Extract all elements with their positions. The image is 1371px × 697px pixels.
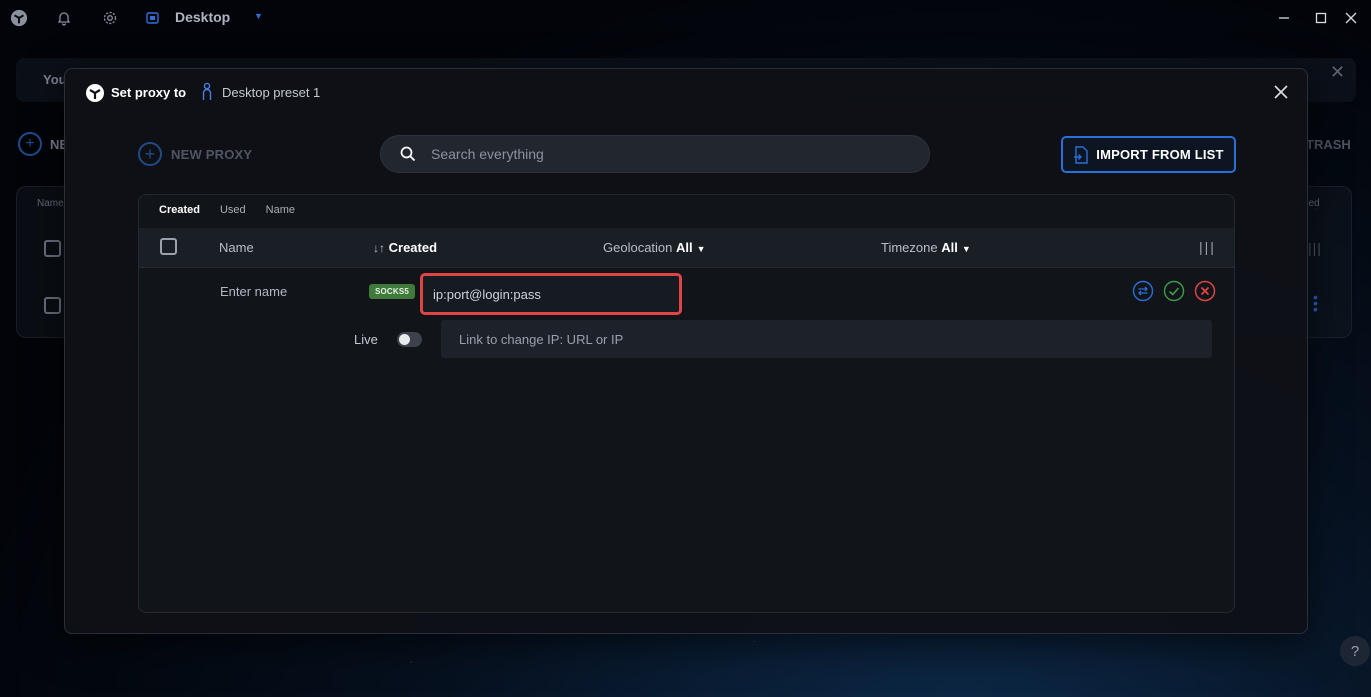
rotate-icon[interactable] [1132, 280, 1154, 302]
desktop-icon [143, 8, 163, 28]
timezone-filter-value: All [941, 240, 958, 255]
proxy-name-field[interactable]: Enter name [220, 284, 287, 299]
toggle-knob [399, 334, 410, 345]
timezone-label: Timezone [881, 240, 938, 255]
modal-title: Set proxy to [111, 85, 187, 100]
columns-icon[interactable]: ||| [1308, 240, 1322, 256]
file-import-icon [1074, 145, 1088, 164]
new-proxy-label: NEW PROXY [171, 146, 253, 162]
column-geolocation[interactable]: Geolocation All ▼ [603, 240, 706, 255]
new-proxy-button[interactable]: + NEW PROXY [138, 142, 252, 166]
sort-tabs: Created Used Name [159, 204, 295, 216]
columns-icon[interactable]: ||| [1199, 239, 1216, 255]
title-bar: Desktop ▼ [0, 0, 1371, 36]
close-icon[interactable] [1194, 280, 1216, 302]
live-label: Live [354, 332, 378, 347]
more-vertical-icon[interactable]: • • • [1313, 290, 1318, 316]
tab-used[interactable]: Used [220, 204, 246, 216]
sort-arrows-icon: ↓↑ [373, 241, 385, 255]
search-bar[interactable] [380, 135, 930, 173]
plus-icon: + [138, 142, 162, 166]
select-all-checkbox[interactable] [160, 238, 177, 255]
column-created-label: Created [388, 240, 438, 255]
background-checkbox[interactable] [44, 240, 61, 257]
app-logo-icon[interactable] [9, 8, 29, 28]
plus-icon[interactable]: + [18, 132, 42, 156]
app-logo-icon [85, 83, 105, 103]
preset-name: Desktop preset 1 [222, 85, 321, 100]
search-icon [400, 146, 416, 162]
proxy-address-input[interactable] [433, 286, 669, 302]
geolocation-label: Geolocation [603, 240, 673, 255]
gear-icon[interactable] [100, 8, 120, 28]
tab-name[interactable]: Name [266, 204, 295, 216]
window-close-button[interactable] [1341, 8, 1361, 28]
column-name[interactable]: Name [219, 240, 254, 255]
help-icon[interactable]: ? [1340, 636, 1370, 666]
check-icon[interactable] [1163, 280, 1185, 302]
background-trash-label[interactable]: TRASH [1306, 137, 1351, 152]
person-icon [200, 82, 214, 102]
change-ip-link-field[interactable] [441, 320, 1212, 358]
chevron-down-icon: ▼ [696, 244, 706, 254]
maximize-button[interactable] [1311, 8, 1331, 28]
import-label: IMPORT FROM LIST [1096, 147, 1224, 162]
bell-icon[interactable] [54, 8, 74, 28]
column-timezone[interactable]: Timezone All ▼ [881, 240, 971, 255]
live-toggle[interactable] [397, 332, 422, 347]
protocol-badge[interactable]: SOCKS5 [369, 284, 415, 299]
change-ip-link-input[interactable] [459, 331, 1159, 347]
background-checkbox[interactable] [44, 297, 61, 314]
chevron-down-icon: ▼ [961, 244, 971, 254]
close-icon[interactable] [1271, 82, 1291, 102]
column-created[interactable]: ↓↑ Created [373, 240, 437, 255]
table-header: Name ↓↑ Created Geolocation All ▼ Timezon… [139, 228, 1234, 268]
set-proxy-modal: Set proxy to Desktop preset 1 + NEW PROX… [64, 68, 1308, 634]
geolocation-filter-value: All [676, 240, 693, 255]
tab-created[interactable]: Created [159, 204, 200, 216]
minimize-button[interactable] [1274, 8, 1294, 28]
proxy-table-panel: Created Used Name Name ↓↑ Created Geoloc… [138, 194, 1235, 613]
background-column-name: Name [37, 198, 64, 209]
search-input[interactable] [431, 146, 871, 162]
import-from-list-button[interactable]: IMPORT FROM LIST [1061, 136, 1236, 173]
chevron-down-icon[interactable]: ▼ [254, 11, 263, 21]
banner-close-icon[interactable]: ✕ [1330, 62, 1345, 83]
proxy-address-field[interactable] [420, 273, 682, 315]
app-title[interactable]: Desktop [175, 9, 230, 25]
